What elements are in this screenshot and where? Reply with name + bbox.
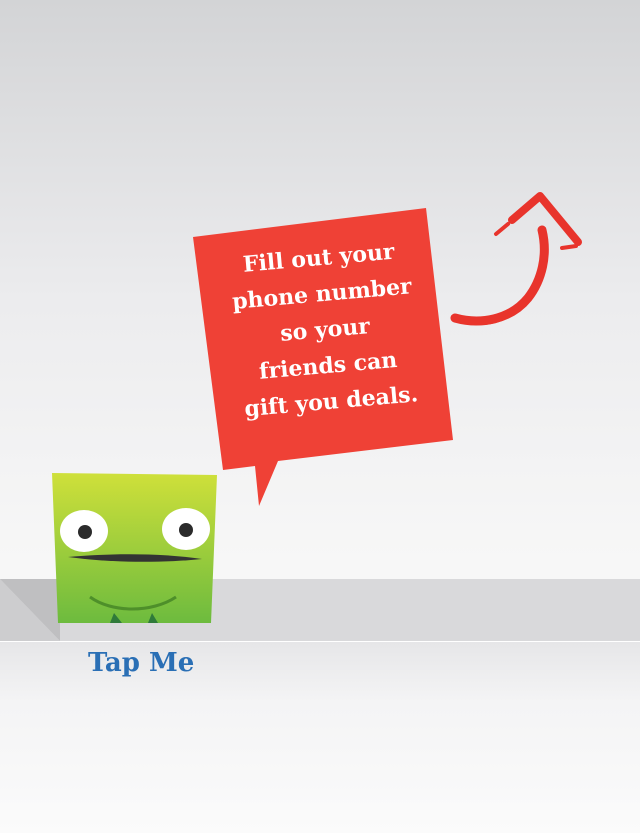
green-monster-icon[interactable] xyxy=(52,473,217,623)
tap-me-button[interactable]: Tap Me xyxy=(88,648,194,678)
onboarding-screen: Fill out your phone number so your frien… xyxy=(0,0,640,833)
curved-arrow-up-icon xyxy=(450,192,582,326)
ledge-shadow xyxy=(0,579,60,641)
bubble-message: Fill out your phone number so your frien… xyxy=(231,238,420,423)
